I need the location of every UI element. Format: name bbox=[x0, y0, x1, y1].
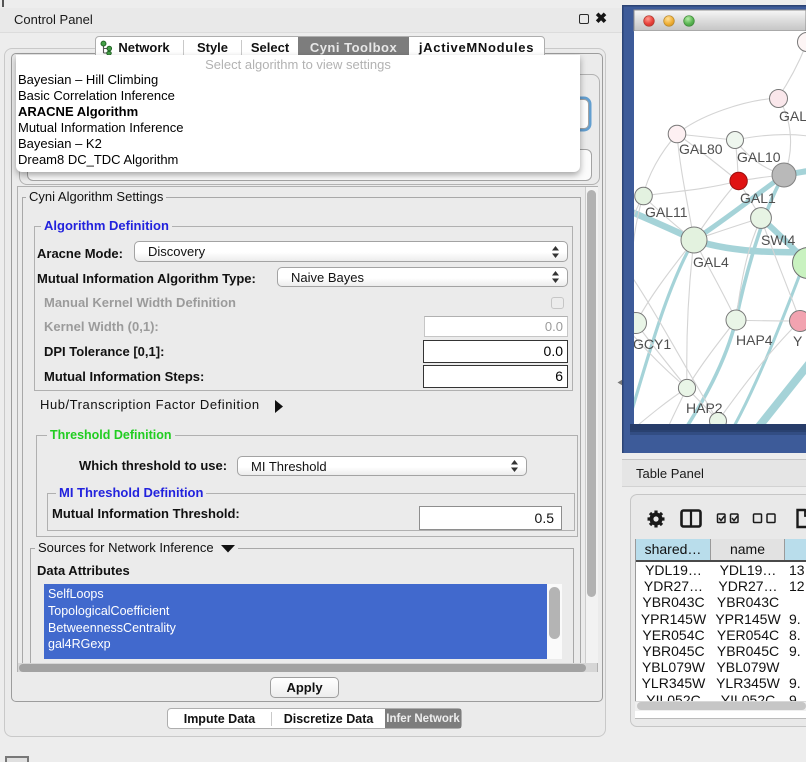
svg-text:GAL11: GAL11 bbox=[645, 204, 688, 220]
svg-text:HAP4: HAP4 bbox=[736, 332, 773, 348]
svg-text:SWI4: SWI4 bbox=[761, 232, 795, 248]
svg-text:HAP2: HAP2 bbox=[686, 400, 723, 416]
svg-text:GAL4: GAL4 bbox=[693, 254, 729, 270]
svg-text:GAL10: GAL10 bbox=[737, 149, 781, 165]
svg-text:GAL: GAL bbox=[779, 108, 806, 124]
svg-text:GCY1: GCY1 bbox=[633, 336, 671, 352]
svg-text:GAL80: GAL80 bbox=[679, 141, 723, 157]
svg-text:Y: Y bbox=[793, 333, 803, 349]
svg-text:GAL1: GAL1 bbox=[740, 190, 776, 206]
